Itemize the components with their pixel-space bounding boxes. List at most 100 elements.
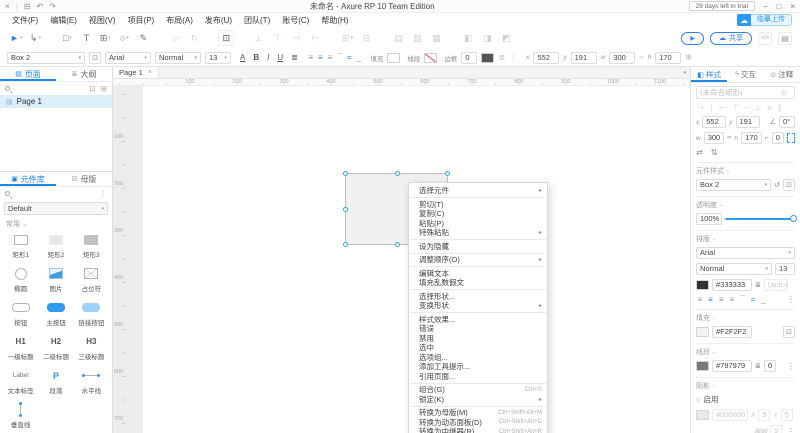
context-menu-item[interactable]: 设为隐藏 <box>409 242 547 252</box>
align-right-button[interactable]: ≡ <box>326 53 334 62</box>
text-align-left-button[interactable]: ≡ <box>696 295 704 304</box>
context-menu-item[interactable]: 转换为中继器(R)Ctrl+Shift+Alt+R <box>409 427 547 433</box>
update-style-icon[interactable]: ⊡ <box>89 52 101 64</box>
upload-button[interactable]: 临摹上传 <box>751 14 792 26</box>
shape-tool[interactable]: ○▾ <box>116 30 132 46</box>
resize-handle[interactable] <box>395 242 400 247</box>
rectangle-tool[interactable]: □▾ <box>59 30 75 46</box>
tab-masters[interactable]: ⊟ 母版 <box>56 172 112 186</box>
library-component[interactable]: 水平线 <box>74 368 109 395</box>
font-size-field[interactable]: 13 <box>775 263 795 275</box>
flip-vertical-icon[interactable]: ⇅ <box>711 148 718 157</box>
distribute-v-icon[interactable]: ∥ <box>777 103 783 112</box>
line-color-swatch[interactable] <box>696 361 709 371</box>
library-component[interactable]: 链接按钮 <box>74 300 109 327</box>
kebab-menu-icon[interactable]: ⋮ <box>787 362 795 371</box>
page-list-item[interactable]: ▤Page 1 <box>0 95 112 108</box>
fill-color-swatch[interactable] <box>696 327 709 337</box>
font-color-button[interactable]: A <box>238 53 247 62</box>
tab-library[interactable]: ▣ 元件库 <box>0 172 56 186</box>
cloud-plugin-icon[interactable]: ☁ <box>737 14 751 26</box>
library-component[interactable]: 矩形1 <box>3 232 38 259</box>
font-weight-select[interactable]: Normal▾ <box>155 52 201 64</box>
w-field[interactable]: 300 <box>609 52 635 64</box>
align-left-icon[interactable]: ⊣ <box>696 103 705 112</box>
canvas-area[interactable]: Page 1 × ▾ 10020030040050060070080090010… <box>113 67 690 433</box>
rotation-field[interactable]: 0° <box>779 116 795 128</box>
menubar-item[interactable]: 账号(C) <box>276 15 315 26</box>
library-component[interactable]: Label文本标签 <box>3 368 38 395</box>
context-menu-item[interactable]: 填充乱数假文 <box>409 278 547 288</box>
align-top-icon[interactable]: ⊤ <box>731 103 740 112</box>
shadow-y-field[interactable]: 5 <box>781 409 793 421</box>
library-component[interactable]: 椭圆 <box>3 266 38 293</box>
w-field[interactable]: 300 <box>704 132 725 144</box>
x-field[interactable]: 552 <box>702 116 726 128</box>
shadow-x-field[interactable]: 5 <box>758 409 770 421</box>
resize-handle[interactable] <box>445 171 450 176</box>
menubar-item[interactable]: 编辑(E) <box>44 15 83 26</box>
underline-button[interactable]: U <box>275 53 285 62</box>
lock-ratio-icon[interactable]: ∞ <box>727 135 731 141</box>
resize-handle[interactable] <box>343 207 348 212</box>
y-field[interactable]: 191 <box>571 52 597 64</box>
tab-pages[interactable]: ▤ 页面 <box>0 67 56 81</box>
h-field[interactable]: 170 <box>655 52 681 64</box>
distribute-h-icon[interactable]: ≡ <box>766 103 772 112</box>
trial-badge[interactable]: 29 days left in trial <box>689 1 755 11</box>
tab-close-icon[interactable]: × <box>148 69 152 76</box>
tab-notes[interactable]: ⊙ 注释 <box>764 67 800 82</box>
text-align-justify-button[interactable]: ≡ <box>728 295 736 304</box>
maximize-button[interactable]: □ <box>776 2 781 11</box>
shadow-enable-checkbox[interactable]: ○ <box>696 395 701 404</box>
shadow-color-swatch[interactable] <box>481 53 494 63</box>
select-tool[interactable]: ►▾ <box>8 30 24 46</box>
menubar-item[interactable]: 视图(V) <box>83 15 122 26</box>
shadow-section-label[interactable]: 阴影⌄ <box>696 381 795 391</box>
widget-style-select[interactable]: Box 2▾ <box>7 52 85 64</box>
text-color-field[interactable]: #333333 <box>712 279 752 291</box>
line-color-swatch[interactable] <box>424 53 437 63</box>
library-component[interactable]: 占位符 <box>74 266 109 293</box>
opacity-section-label[interactable]: 透明度⌄ <box>696 200 795 210</box>
widget-style-select[interactable]: Box 2▾ <box>696 179 771 191</box>
menubar-item[interactable]: 布局(A) <box>160 15 199 26</box>
flip-horizontal-icon[interactable]: ⇄ <box>696 148 703 157</box>
library-component[interactable]: H2二级标题 <box>38 334 73 361</box>
text-tool[interactable]: T <box>78 30 94 46</box>
bullet-list-button[interactable]: ≣ <box>289 53 300 62</box>
tab-outline[interactable]: ≣ 大纲 <box>56 67 112 81</box>
line-color-field[interactable]: #797979 <box>712 360 752 372</box>
opacity-slider[interactable] <box>725 218 795 220</box>
page-tab[interactable]: Page 1 × <box>113 67 159 78</box>
reset-style-icon[interactable]: ↺ <box>774 181 780 189</box>
text-align-center-button[interactable]: ≡ <box>707 295 715 304</box>
library-group-label[interactable]: 常用 ⌄ <box>0 217 112 230</box>
align-left-button[interactable]: ≡ <box>307 53 315 62</box>
opacity-field[interactable]: 100% <box>696 213 722 225</box>
context-menu-item[interactable]: 调整顺序(O)▸ <box>409 255 547 265</box>
typography-section-label[interactable]: 排版⌄ <box>696 234 795 244</box>
corner-select-icon[interactable] <box>787 133 795 143</box>
tab-style[interactable]: ◧ 样式 <box>691 67 727 82</box>
document-close-icon[interactable]: × <box>5 2 10 11</box>
menubar-item[interactable]: 文件(F) <box>6 15 44 26</box>
arrow-style-icon[interactable]: ⋮ <box>509 53 517 62</box>
context-menu-item[interactable]: 引用页面... <box>409 372 547 382</box>
kebab-menu-icon[interactable]: ⋮ <box>787 295 795 304</box>
kebab-menu-icon[interactable]: ⋮ <box>787 427 795 433</box>
resize-handle[interactable] <box>395 171 400 176</box>
library-component[interactable]: 矩形2 <box>38 232 73 259</box>
bold-button[interactable]: B <box>251 53 261 62</box>
line-spacing-field[interactable]: (auto) <box>764 279 788 291</box>
font-weight-select[interactable]: Normal▾ <box>696 263 772 275</box>
resize-handle[interactable] <box>343 242 348 247</box>
manage-styles-icon[interactable]: ⊡ <box>783 179 795 191</box>
tab-interaction[interactable]: ϟ 交互 <box>727 67 763 82</box>
font-size-select[interactable]: 13▾ <box>205 52 231 64</box>
resize-handle[interactable] <box>343 171 348 176</box>
redo-icon[interactable]: ↷ <box>49 2 56 11</box>
y-field[interactable]: 191 <box>736 116 760 128</box>
font-family-select[interactable]: Arial▾ <box>696 247 795 259</box>
fill-color-swatch[interactable] <box>387 53 400 63</box>
